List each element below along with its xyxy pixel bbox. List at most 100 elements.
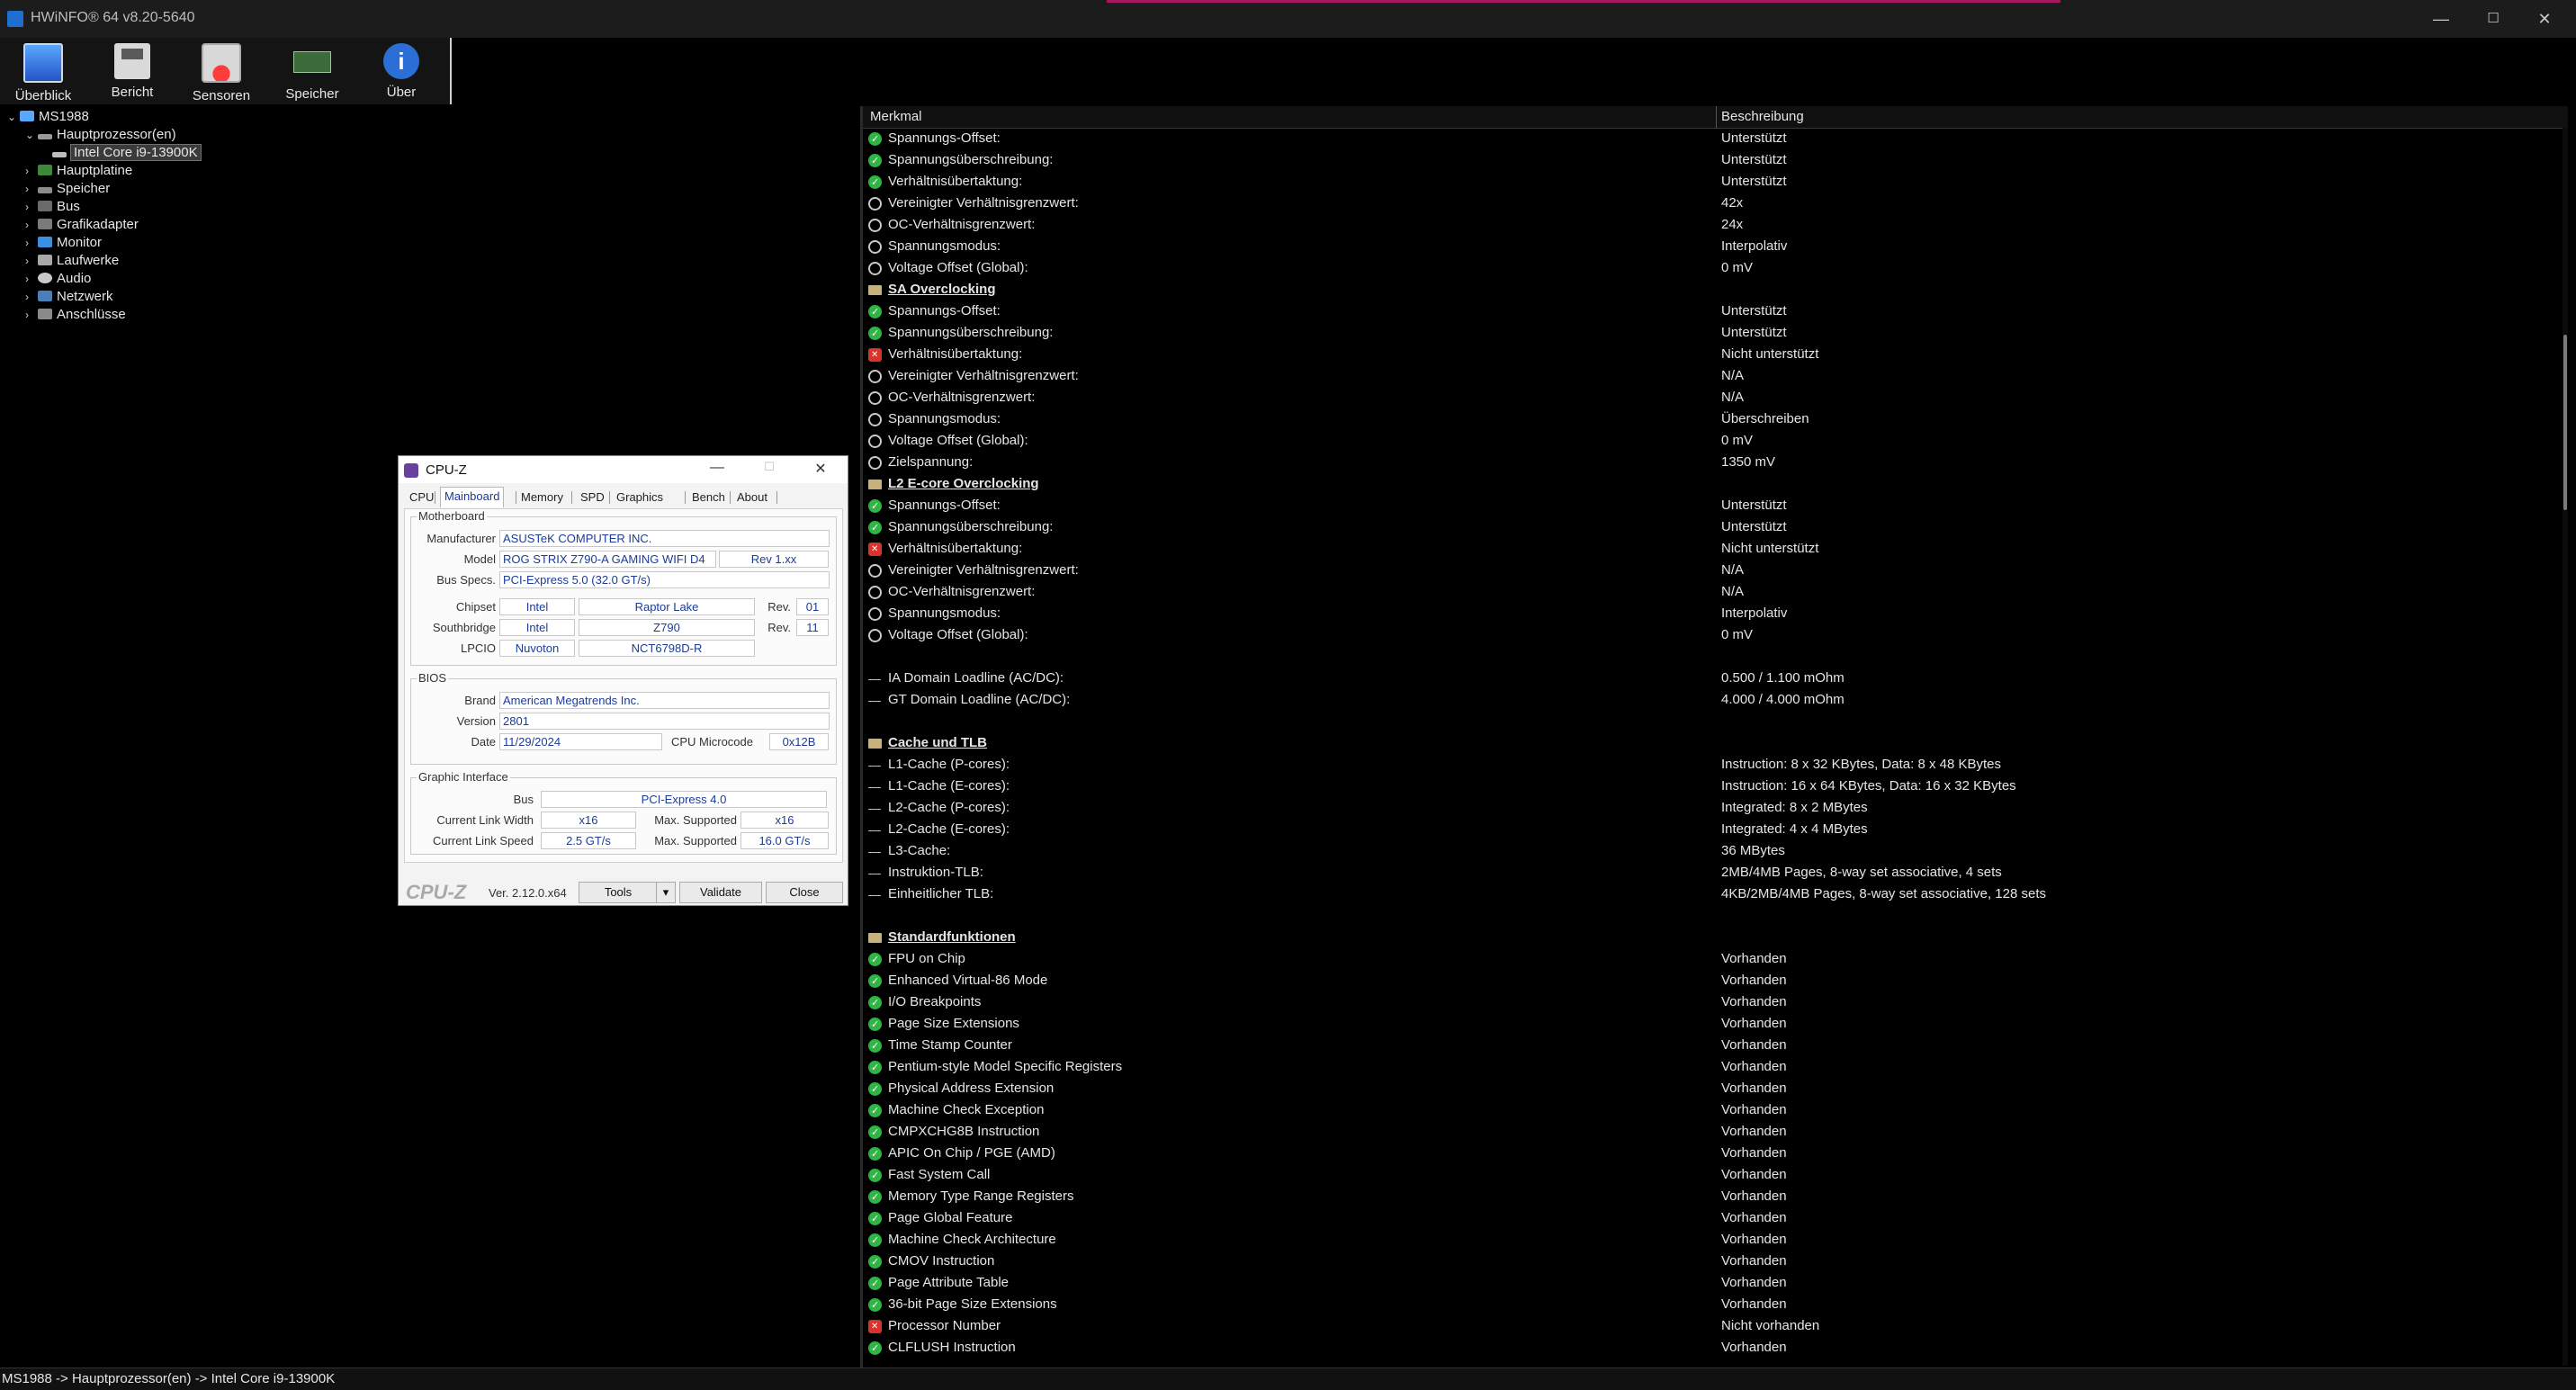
- table-row[interactable]: Instruktion-TLB: 2MB/4MB Pages, 8-way set…: [863, 862, 2554, 883]
- table-row[interactable]: I/O Breakpoints Vorhanden: [863, 991, 2554, 1014]
- column-header-feature[interactable]: Merkmal: [870, 109, 922, 124]
- table-row[interactable]: Time Stamp Counter Vorhanden: [863, 1035, 2554, 1057]
- table-row[interactable]: Page Attribute Table Vorhanden: [863, 1272, 2554, 1295]
- table-row[interactable]: Verhältnisübertaktung: Nicht unterstützt: [863, 344, 2554, 366]
- expand-icon[interactable]: ›: [25, 288, 38, 306]
- overview-button[interactable]: Überblick: [0, 43, 86, 103]
- collapse-icon[interactable]: ⌄: [7, 108, 20, 126]
- table-row[interactable]: Machine Check Exception Vorhanden: [863, 1099, 2554, 1122]
- table-row[interactable]: Pentium-style Model Specific Registers Vo…: [863, 1056, 2554, 1079]
- table-row[interactable]: L2-Cache (E-cores): Integrated: 4 x 4 MBy…: [863, 819, 2554, 840]
- table-row[interactable]: APIC On Chip / PGE (AMD) Vorhanden: [863, 1143, 2554, 1165]
- table-row[interactable]: Machine Check Architecture Vorhanden: [863, 1229, 2554, 1251]
- expand-icon[interactable]: ›: [25, 216, 38, 234]
- section-header-row[interactable]: Standardfunktionen: [863, 927, 2554, 948]
- table-row[interactable]: L2-Cache (P-cores): Integrated: 8 x 2 MBy…: [863, 797, 2554, 819]
- column-header-description[interactable]: Beschreibung: [1721, 109, 1804, 124]
- vertical-scrollbar[interactable]: [2563, 128, 2568, 1366]
- table-row[interactable]: Spannungsüberschreibung: Unterstützt: [863, 149, 2554, 172]
- table-row[interactable]: Spannungsüberschreibung: Unterstützt: [863, 322, 2554, 345]
- table-row[interactable]: Zielspannung: 1350 mV: [863, 452, 2554, 473]
- table-row[interactable]: Spannungs-Offset: Unterstützt: [863, 495, 2554, 517]
- table-row[interactable]: L3-Cache: 36 MBytes: [863, 840, 2554, 862]
- table-row[interactable]: FPU on Chip Vorhanden: [863, 948, 2554, 971]
- table-row[interactable]: Vereinigter Verhältnisgrenzwert: 42x: [863, 193, 2554, 214]
- section-header-row[interactable]: Cache und TLB: [863, 732, 2554, 754]
- table-row[interactable]: Enhanced Virtual-86 Mode Vorhanden: [863, 970, 2554, 992]
- expand-icon[interactable]: ›: [25, 306, 38, 324]
- expand-icon[interactable]: ›: [25, 180, 38, 198]
- maximize-button[interactable]: ☐: [2475, 5, 2511, 32]
- expand-icon[interactable]: ›: [25, 162, 38, 180]
- table-row[interactable]: Page Size Extensions Vorhanden: [863, 1013, 2554, 1036]
- table-row[interactable]: Verhältnisübertaktung: Nicht unterstützt: [863, 538, 2554, 560]
- about-button[interactable]: i Über: [358, 43, 444, 103]
- table-row[interactable]: Verhältnisübertaktung: Unterstützt: [863, 171, 2554, 193]
- tree-node-ports[interactable]: › Anschlüsse: [25, 306, 126, 324]
- table-row[interactable]: Spannungsüberschreibung: Unterstützt: [863, 516, 2554, 539]
- table-row[interactable]: Spannungsmodus: Interpolativ: [863, 603, 2554, 624]
- memory-button[interactable]: Speicher: [269, 43, 355, 103]
- expand-icon[interactable]: ›: [25, 252, 38, 270]
- table-row[interactable]: L1-Cache (E-cores): Instruction: 16 x 64 …: [863, 776, 2554, 797]
- minimize-button[interactable]: —: [2423, 5, 2459, 32]
- table-row[interactable]: Processor Number Nicht vorhanden: [863, 1315, 2554, 1338]
- table-row[interactable]: Vereinigter Verhältnisgrenzwert: N/A: [863, 560, 2554, 581]
- table-row[interactable]: OC-Verhältnisgrenzwert: N/A: [863, 581, 2554, 603]
- tree-node-cpu-selected[interactable]: Intel Core i9-13900K: [52, 144, 202, 162]
- cpuz-title-bar[interactable]: CPU-Z — ☐ ✕: [399, 456, 848, 483]
- table-row[interactable]: OC-Verhältnisgrenzwert: N/A: [863, 387, 2554, 408]
- cpuz-minimize-button[interactable]: —: [707, 460, 727, 476]
- table-row[interactable]: CMOV Instruction Vorhanden: [863, 1251, 2554, 1273]
- table-row[interactable]: Physical Address Extension Vorhanden: [863, 1078, 2554, 1100]
- expand-icon[interactable]: ›: [25, 198, 38, 216]
- table-row[interactable]: Spannungsmodus: Interpolativ: [863, 236, 2554, 257]
- table-row[interactable]: Voltage Offset (Global): 0 mV: [863, 257, 2554, 279]
- tree-node-drives[interactable]: › Laufwerke: [25, 252, 119, 270]
- validate-button[interactable]: Validate: [679, 882, 762, 903]
- section-header-row[interactable]: L2 E-core Overclocking: [863, 473, 2554, 495]
- tab-graphics[interactable]: Graphics: [616, 489, 663, 507]
- cpuz-close-footer-button[interactable]: Close: [766, 882, 843, 903]
- tools-button[interactable]: Tools: [579, 882, 658, 903]
- table-row[interactable]: 36-bit Page Size Extensions Vorhanden: [863, 1294, 2554, 1316]
- table-row[interactable]: CMPXCHG8B Instruction Vorhanden: [863, 1121, 2554, 1143]
- cpuz-maximize-button[interactable]: ☐: [759, 460, 779, 474]
- table-row[interactable]: [863, 711, 2554, 732]
- table-row[interactable]: Voltage Offset (Global): 0 mV: [863, 430, 2554, 452]
- table-row[interactable]: Spannungs-Offset: Unterstützt: [863, 128, 2554, 150]
- tree-node-bus[interactable]: › Bus: [25, 198, 80, 216]
- tab-about[interactable]: About: [737, 489, 767, 507]
- tree-node-ms1988[interactable]: ⌄ MS1988: [7, 108, 89, 126]
- tree-node-network[interactable]: › Netzwerk: [25, 288, 113, 306]
- table-row[interactable]: L1-Cache (P-cores): Instruction: 8 x 32 K…: [863, 754, 2554, 776]
- tools-dropdown-icon[interactable]: ▾: [656, 882, 676, 903]
- expand-icon[interactable]: ›: [25, 270, 38, 288]
- tree-node-memory[interactable]: › Speicher: [25, 180, 110, 198]
- expand-icon[interactable]: ›: [25, 234, 38, 252]
- tab-cpu[interactable]: CPU: [409, 489, 434, 507]
- cpuz-close-button[interactable]: ✕: [811, 460, 830, 478]
- tab-mainboard[interactable]: Mainboard: [440, 487, 505, 507]
- tree-node-audio[interactable]: › Audio: [25, 270, 91, 288]
- report-button[interactable]: Bericht: [89, 43, 175, 103]
- tab-spd[interactable]: SPD: [580, 489, 605, 507]
- close-button[interactable]: ✕: [2527, 5, 2563, 32]
- tab-memory[interactable]: Memory: [521, 489, 563, 507]
- tree-node-processors[interactable]: ⌄ Hauptprozessor(en): [25, 126, 176, 144]
- table-row[interactable]: Spannungsmodus: Überschreiben: [863, 408, 2554, 430]
- tree-node-graphics[interactable]: › Grafikadapter: [25, 216, 139, 234]
- table-row[interactable]: Page Global Feature Vorhanden: [863, 1207, 2554, 1230]
- table-row[interactable]: Vereinigter Verhältnisgrenzwert: N/A: [863, 365, 2554, 387]
- table-row[interactable]: [863, 646, 2554, 668]
- table-row[interactable]: Fast System Call Vorhanden: [863, 1164, 2554, 1187]
- collapse-icon[interactable]: ⌄: [25, 126, 38, 144]
- table-row[interactable]: IA Domain Loadline (AC/DC): 0.500 / 1.100…: [863, 668, 2554, 689]
- table-row[interactable]: Spannungs-Offset: Unterstützt: [863, 300, 2554, 323]
- table-row[interactable]: Einheitlicher TLB: 4KB/2MB/4MB Pages, 8-w…: [863, 883, 2554, 905]
- column-separator[interactable]: [1716, 106, 1717, 128]
- table-row[interactable]: Voltage Offset (Global): 0 mV: [863, 624, 2554, 646]
- tab-bench[interactable]: Bench: [692, 489, 725, 507]
- sensors-button[interactable]: Sensoren: [178, 43, 265, 103]
- tree-node-mainboard[interactable]: › Hauptplatine: [25, 162, 132, 180]
